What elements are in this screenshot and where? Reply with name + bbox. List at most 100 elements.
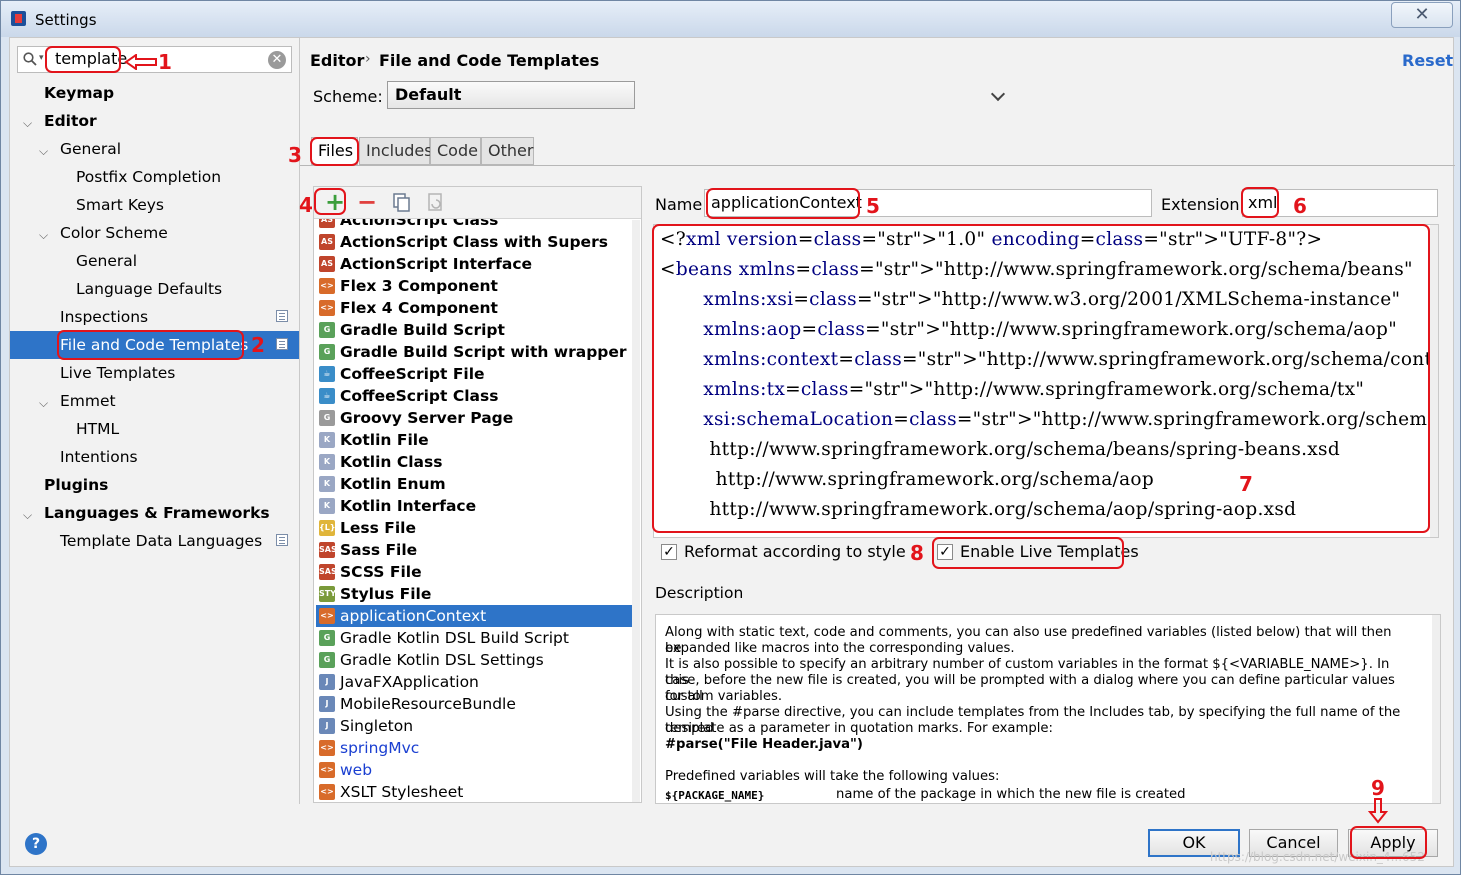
template-name: Kotlin Class [340, 453, 443, 471]
file-type-icon: <> [319, 784, 335, 800]
annotation-box-2 [57, 330, 244, 360]
file-type-icon: K [319, 498, 335, 514]
editor-scrollbar[interactable] [1430, 225, 1438, 537]
sidebar-item-smart-keys[interactable]: Smart Keys [76, 191, 164, 219]
template-name: Gradle Kotlin DSL Build Script [340, 629, 569, 647]
template-list-item[interactable]: <> Flex 3 Component [316, 275, 640, 297]
close-button[interactable]: ✕ [1391, 2, 1453, 28]
template-list-item[interactable]: <> Flex 4 Component [316, 297, 640, 319]
remove-icon[interactable]: − [354, 190, 380, 216]
template-list-item[interactable]: ☕ CoffeeScript Class [316, 385, 640, 407]
file-type-icon: ☕ [319, 388, 335, 404]
sidebar-item-general[interactable]: General [60, 135, 121, 163]
file-type-icon: <> [319, 762, 335, 778]
template-list-item[interactable]: AS ActionScript Class [316, 219, 640, 231]
template-list-item[interactable]: G Gradle Build Script with wrapper [316, 341, 640, 363]
search-dropdown-icon[interactable]: ▾ [39, 53, 44, 63]
annotation-box-5 [706, 188, 860, 219]
template-name: CoffeeScript Class [340, 387, 499, 405]
template-name: ActionScript Class [340, 219, 499, 229]
annotation-label-4: 4 [299, 193, 313, 217]
sidebar-item-inspections[interactable]: Inspections [60, 303, 148, 331]
file-type-icon: J [319, 674, 335, 690]
sidebar-item-plugins[interactable]: Plugins [44, 471, 108, 499]
file-type-icon: AS [319, 234, 335, 250]
template-list-item[interactable]: J MobileResourceBundle [316, 693, 640, 715]
project-settings-icon [276, 534, 288, 546]
template-list-item[interactable]: G Gradle Kotlin DSL Build Script [316, 627, 640, 649]
tabs-divider [300, 165, 1455, 166]
template-list-item[interactable]: SASS SCSS File [316, 561, 640, 583]
extension-label: Extension: [1161, 195, 1245, 214]
template-list-item[interactable]: AS ActionScript Class with Supers [316, 231, 640, 253]
clear-icon[interactable]: ✕ [268, 51, 286, 69]
help-button[interactable]: ? [25, 833, 47, 855]
annotation-label-6: 6 [1293, 194, 1307, 218]
reset-link[interactable]: Reset [1402, 51, 1453, 70]
tab-code[interactable]: Code [430, 137, 481, 165]
annotation-label-7: 7 [1239, 472, 1253, 496]
template-list-item[interactable]: <> XSLT Stylesheet [316, 781, 640, 802]
template-list-item[interactable]: STYL Stylus File [316, 583, 640, 605]
chevron-down-icon[interactable]: ⌵ [39, 229, 49, 241]
sidebar-item-emmet[interactable]: Emmet [60, 387, 116, 415]
scheme-select[interactable]: Default [387, 81, 1006, 109]
chevron-down-icon[interactable]: ⌵ [23, 509, 33, 521]
chevron-down-icon[interactable]: ⌵ [23, 117, 33, 129]
template-list-item[interactable]: J Singleton [316, 715, 640, 737]
chevron-down-icon[interactable]: ⌵ [39, 397, 49, 409]
template-list-item[interactable]: K Kotlin File [316, 429, 640, 451]
sidebar-item-languages-frameworks[interactable]: Languages & Frameworks [44, 499, 270, 527]
description-line: template as a parameter in quotation mar… [665, 721, 1053, 736]
sidebar-item-postfix-completion[interactable]: Postfix Completion [76, 163, 221, 191]
chevron-down-icon[interactable]: ⌵ [39, 145, 49, 157]
tab-other[interactable]: Other [481, 137, 534, 165]
variable-description: name of the package in which the new fil… [836, 787, 1186, 802]
template-name: SCSS File [340, 563, 422, 581]
template-list-item[interactable]: K Kotlin Class [316, 451, 640, 473]
tab-includes[interactable]: Includes [359, 137, 433, 165]
template-list-item[interactable]: G Gradle Build Script [316, 319, 640, 341]
chevron-down-icon [990, 86, 1006, 102]
template-name: Kotlin Enum [340, 475, 446, 493]
search-icon [23, 52, 37, 66]
sidebar-item-template-data-languages[interactable]: Template Data Languages [60, 527, 262, 555]
project-settings-icon [276, 310, 288, 322]
reformat-label[interactable]: Reformat according to style [684, 542, 906, 561]
template-list-item[interactable]: <> web [316, 759, 640, 781]
template-list-item[interactable]: <> applicationContext [316, 605, 640, 627]
description-scrollbar[interactable] [1432, 615, 1440, 803]
sidebar-item-live-templates[interactable]: Live Templates [60, 359, 175, 387]
sidebar-item-editor[interactable]: Editor [44, 107, 97, 135]
template-list-item[interactable]: ☕ CoffeeScript File [316, 363, 640, 385]
sidebar-item-language-defaults[interactable]: Language Defaults [76, 275, 222, 303]
templates-list[interactable]: AS ActionScript Class AS ActionScript Class… [314, 219, 641, 802]
template-list-item[interactable]: AS ActionScript Interface [316, 253, 640, 275]
template-list-item[interactable]: {L} Less File [316, 517, 640, 539]
sidebar-item-color-general[interactable]: General [76, 247, 137, 275]
sidebar-item-color-scheme[interactable]: Color Scheme [60, 219, 168, 247]
template-list-item[interactable]: K Kotlin Interface [316, 495, 640, 517]
template-name: Less File [340, 519, 416, 537]
sidebar-item-intentions[interactable]: Intentions [60, 443, 138, 471]
annotation-arrow-icon [124, 54, 157, 70]
list-scrollbar[interactable] [632, 220, 640, 802]
templates-list-panel: + − AS ActionScript Class AS ActionScript C… [313, 186, 642, 803]
window-title: Settings [35, 11, 97, 29]
copy-icon[interactable] [388, 190, 414, 216]
template-list-item[interactable]: G Groovy Server Page [316, 407, 640, 429]
template-list-item[interactable]: SASS Sass File [316, 539, 640, 561]
template-name: XSLT Stylesheet [340, 783, 464, 801]
template-list-item[interactable]: G Gradle Kotlin DSL Settings [316, 649, 640, 671]
template-list-item[interactable]: <> springMvc [316, 737, 640, 759]
scheme-label: Scheme: [313, 87, 383, 106]
sidebar-item-keymap[interactable]: Keymap [44, 79, 114, 107]
template-name: Flex 4 Component [340, 299, 498, 317]
reformat-checkbox[interactable]: ✓ [661, 544, 677, 560]
sidebar-item-html[interactable]: HTML [76, 415, 119, 443]
template-name: ActionScript Interface [340, 255, 533, 273]
reset-default-icon[interactable] [422, 190, 448, 216]
template-list-item[interactable]: J JavaFXApplication [316, 671, 640, 693]
template-list-item[interactable]: K Kotlin Enum [316, 473, 640, 495]
annotation-box-8 [932, 537, 1124, 569]
